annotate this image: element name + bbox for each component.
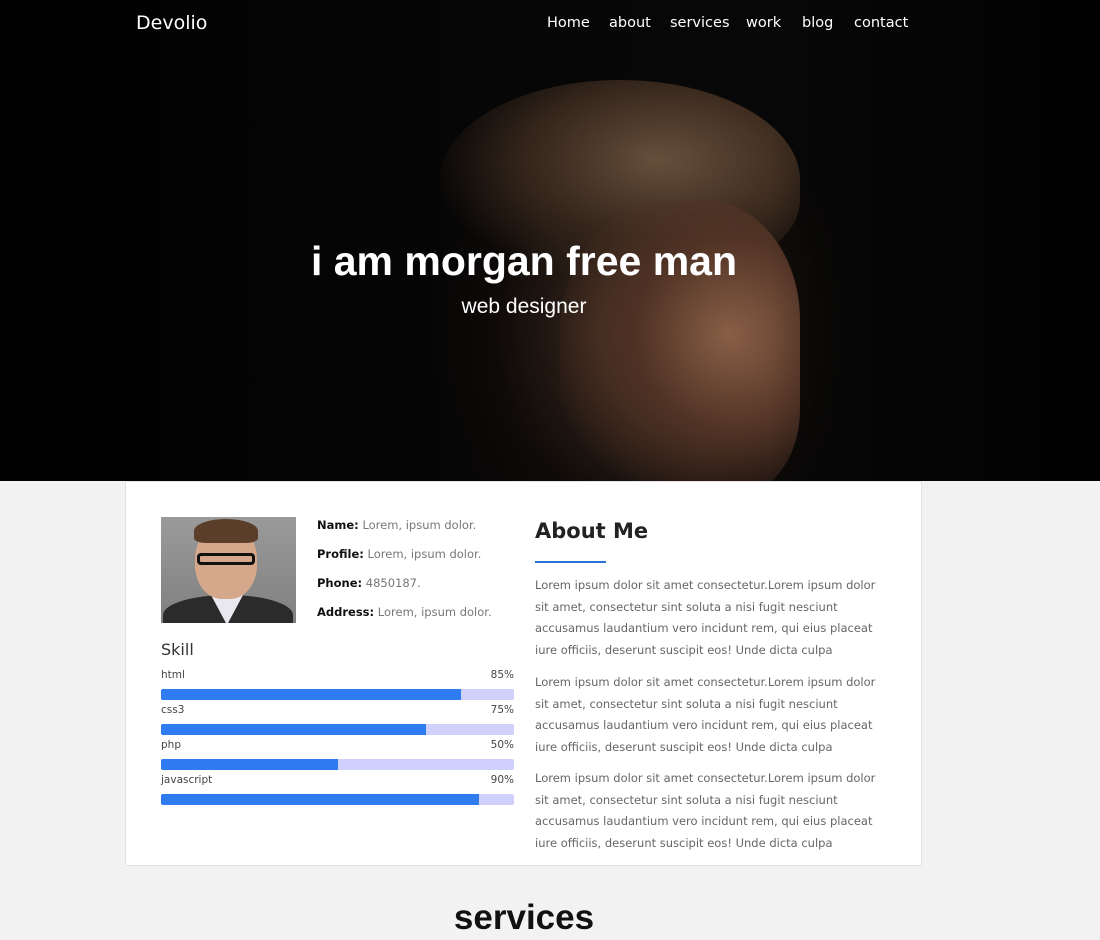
skill-fill xyxy=(161,759,338,770)
nav-item-contact[interactable]: contact xyxy=(854,15,908,31)
profile-phone-row: Phone: 4850187. xyxy=(317,576,421,590)
skill-fill xyxy=(161,794,479,805)
skill-css3: css3 75% xyxy=(161,704,514,735)
main-nav: Home about services work blog contact xyxy=(0,15,1100,37)
skill-track xyxy=(161,759,514,770)
about-card: Name: Lorem, ipsum dolor. Profile: Lorem… xyxy=(125,481,922,866)
about-paragraph: Lorem ipsum dolor sit amet consectetur.L… xyxy=(535,675,876,754)
about-paragraph: Lorem ipsum dolor sit amet consectetur.L… xyxy=(535,771,876,850)
skill-percent: 90% xyxy=(490,774,514,786)
skill-percent: 50% xyxy=(490,739,514,751)
about-underline xyxy=(535,561,606,563)
skill-track xyxy=(161,689,514,700)
nav-item-blog[interactable]: blog xyxy=(802,15,833,31)
skill-percent: 75% xyxy=(490,704,514,716)
about-paragraph: Lorem ipsum dolor sit amet consectetur.L… xyxy=(535,578,876,657)
profile-address-row: Address: Lorem, ipsum dolor. xyxy=(317,605,492,619)
skill-php: php 50% xyxy=(161,739,514,770)
skill-fill xyxy=(161,724,426,735)
skill-heading: Skill xyxy=(161,640,194,659)
profile-info: Name: Lorem, ipsum dolor. Profile: Lorem… xyxy=(317,518,492,634)
skill-label: php xyxy=(161,739,181,751)
skill-percent: 85% xyxy=(490,669,514,681)
services-heading: services xyxy=(453,898,595,937)
nav-item-home[interactable]: Home xyxy=(547,15,590,31)
profile-name-row: Name: Lorem, ipsum dolor. xyxy=(317,518,477,532)
skill-fill xyxy=(161,689,462,700)
profile-photo xyxy=(161,517,296,623)
skill-html: html 85% xyxy=(161,669,514,700)
skill-label: html xyxy=(161,669,185,681)
hero-title: i am morgan free man xyxy=(310,238,738,284)
skill-label: css3 xyxy=(161,704,185,716)
nav-item-work[interactable]: work xyxy=(746,15,781,31)
skill-track xyxy=(161,794,514,805)
skill-javascript: javascript 90% xyxy=(161,774,514,805)
profile-profile-row: Profile: Lorem, ipsum dolor. xyxy=(317,547,482,561)
skill-track xyxy=(161,724,514,735)
about-title: About Me xyxy=(535,519,649,543)
skill-label: javascript xyxy=(161,774,213,786)
hero-subtitle: web designer xyxy=(461,295,587,318)
nav-item-about[interactable]: about xyxy=(609,15,651,31)
nav-item-services[interactable]: services xyxy=(670,15,730,31)
